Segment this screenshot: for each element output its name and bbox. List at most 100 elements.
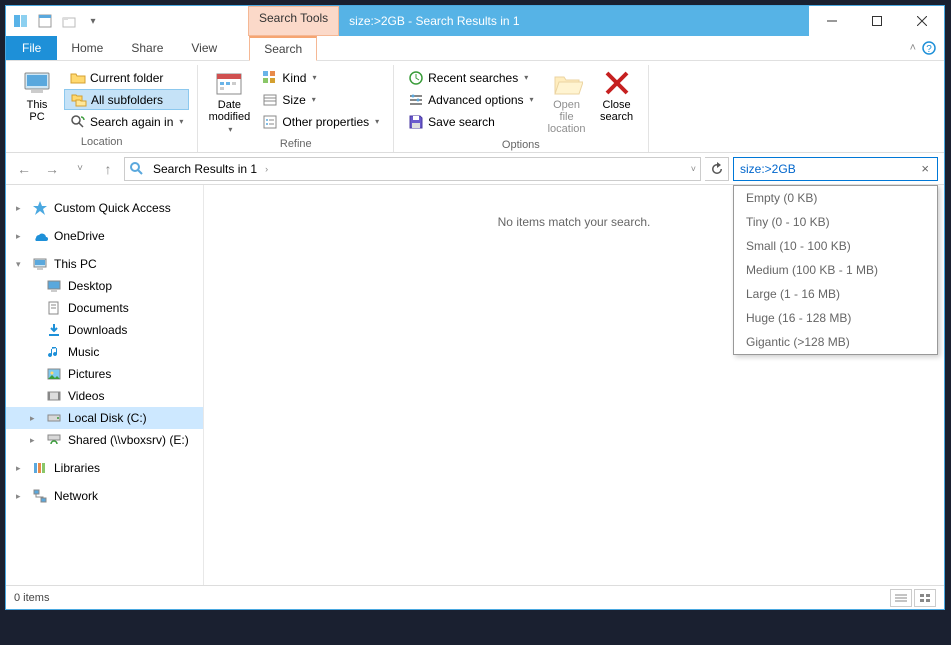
view-tab[interactable]: View [177,36,231,60]
qat-new-folder-icon[interactable] [58,10,80,32]
breadcrumb-item[interactable]: Search Results in 1 [149,162,261,176]
nav-shared-drive[interactable]: ▸Shared (\\vboxsrv) (E:) [6,429,203,451]
close-button[interactable] [899,6,944,36]
explorer-window: ▾ Search Tools size:>2GB - Search Result… [5,5,945,610]
search-again-icon [70,114,86,130]
this-pc-label: This PC [27,99,48,123]
save-icon [408,114,424,130]
empty-results-message: No items match your search. [498,215,651,229]
star-icon [32,200,48,216]
ribbon-group-options: Recent searches▾ Advanced options▾ Save … [394,65,648,152]
refine-group-label: Refine [206,136,385,152]
location-group-label: Location [14,134,189,150]
app-icon [10,10,32,32]
nav-documents[interactable]: Documents [6,297,203,319]
ribbon-group-refine: Date modified▾ Kind▾ Size▾ Other propert… [198,65,394,152]
size-option-empty[interactable]: Empty (0 KB) [734,186,937,210]
size-option-gigantic[interactable]: Gigantic (>128 MB) [734,330,937,354]
size-option-large[interactable]: Large (1 - 16 MB) [734,282,937,306]
documents-icon [46,300,62,316]
size-option-small[interactable]: Small (10 - 100 KB) [734,234,937,258]
onedrive-icon [32,228,48,244]
save-search-button[interactable]: Save search [402,111,539,132]
window-title: size:>2GB - Search Results in 1 [339,6,809,36]
advanced-icon [408,92,424,108]
refresh-button[interactable] [705,157,729,181]
thumbnails-view-button[interactable] [914,589,936,607]
network-icon [32,488,48,504]
nav-this-pc[interactable]: ▾ This PC [6,253,203,275]
size-button[interactable]: Size▾ [256,89,385,110]
window-controls [809,6,944,36]
back-button[interactable]: ← [12,157,36,181]
maximize-button[interactable] [854,6,899,36]
share-tab[interactable]: Share [117,36,177,60]
up-button[interactable]: ↑ [96,157,120,181]
current-folder-button[interactable]: Current folder [64,67,189,88]
help-icon[interactable]: ? [922,41,936,55]
collapse-ribbon-icon[interactable]: ˄ [910,42,916,54]
item-count: 0 items [14,592,49,604]
search-input[interactable] [738,161,917,177]
size-filter-dropdown: Empty (0 KB) Tiny (0 - 10 KB) Small (10 … [733,185,938,355]
recent-icon [408,70,424,86]
address-bar[interactable]: Search Results in 1 › ˅ [124,157,701,181]
nav-music[interactable]: Music [6,341,203,363]
ribbon-tabs: File Home Share View Search ˄ ? [6,36,944,61]
search-tab[interactable]: Search [249,36,317,61]
properties-icon [262,114,278,130]
home-tab[interactable]: Home [57,36,117,60]
quick-access-toolbar: ▾ [6,6,108,36]
date-modified-button[interactable]: Date modified▾ [206,67,252,136]
contextual-tab-header: Search Tools [248,6,339,36]
nav-libraries[interactable]: ▸Libraries [6,457,203,479]
size-option-medium[interactable]: Medium (100 KB - 1 MB) [734,258,937,282]
file-tab[interactable]: File [6,36,57,60]
advanced-options-button[interactable]: Advanced options▾ [402,89,539,110]
ribbon: This PC Current folder All subfolders Se… [6,61,944,153]
title-bar: ▾ Search Tools size:>2GB - Search Result… [6,6,944,36]
all-subfolders-button[interactable]: All subfolders [64,89,189,110]
folder-icon [70,70,86,86]
nav-onedrive[interactable]: ▸ OneDrive [6,225,203,247]
ribbon-group-location: This PC Current folder All subfolders Se… [6,65,198,152]
size-icon [262,92,278,108]
nav-local-disk[interactable]: ▸Local Disk (C:) [6,407,203,429]
nav-videos[interactable]: Videos [6,385,203,407]
navigation-pane: ▸ Custom Quick Access ▸ OneDrive ▾ This … [6,185,204,585]
nav-downloads[interactable]: Downloads [6,319,203,341]
nav-network[interactable]: ▸Network [6,485,203,507]
search-again-button[interactable]: Search again in▾ [64,111,189,132]
address-dropdown-icon[interactable]: ˅ [691,164,696,174]
qat-customize-icon[interactable]: ▾ [82,10,104,32]
recent-searches-button[interactable]: Recent searches▾ [402,67,539,88]
search-results-icon [129,161,145,177]
kind-icon [262,70,278,86]
downloads-icon [46,322,62,338]
subfolders-icon [71,92,87,108]
size-option-huge[interactable]: Huge (16 - 128 MB) [734,306,937,330]
content-pane: No items match your search. Empty (0 KB)… [204,185,944,585]
details-view-button[interactable] [890,589,912,607]
other-properties-button[interactable]: Other properties▾ [256,111,385,132]
kind-button[interactable]: Kind▾ [256,67,385,88]
search-tools-context-tab[interactable]: Search Tools [248,6,339,36]
this-pc-button[interactable]: This PC [14,67,60,134]
nav-desktop[interactable]: Desktop [6,275,203,297]
search-box[interactable]: × [733,157,938,181]
nav-pictures[interactable]: Pictures [6,363,203,385]
nav-quick-access[interactable]: ▸ Custom Quick Access [6,197,203,219]
clear-search-icon[interactable]: × [917,161,933,176]
size-option-tiny[interactable]: Tiny (0 - 10 KB) [734,210,937,234]
music-icon [46,344,62,360]
status-bar: 0 items [6,585,944,609]
pc-icon [32,256,48,272]
qat-properties-icon[interactable] [34,10,56,32]
explorer-body: ▸ Custom Quick Access ▸ OneDrive ▾ This … [6,185,944,585]
view-switcher [890,589,936,607]
forward-button[interactable]: → [40,157,64,181]
close-search-button[interactable]: Close search [594,67,640,137]
open-file-location-button: Open file location [544,67,590,137]
minimize-button[interactable] [809,6,854,36]
history-dropdown[interactable]: ˅ [68,157,92,181]
